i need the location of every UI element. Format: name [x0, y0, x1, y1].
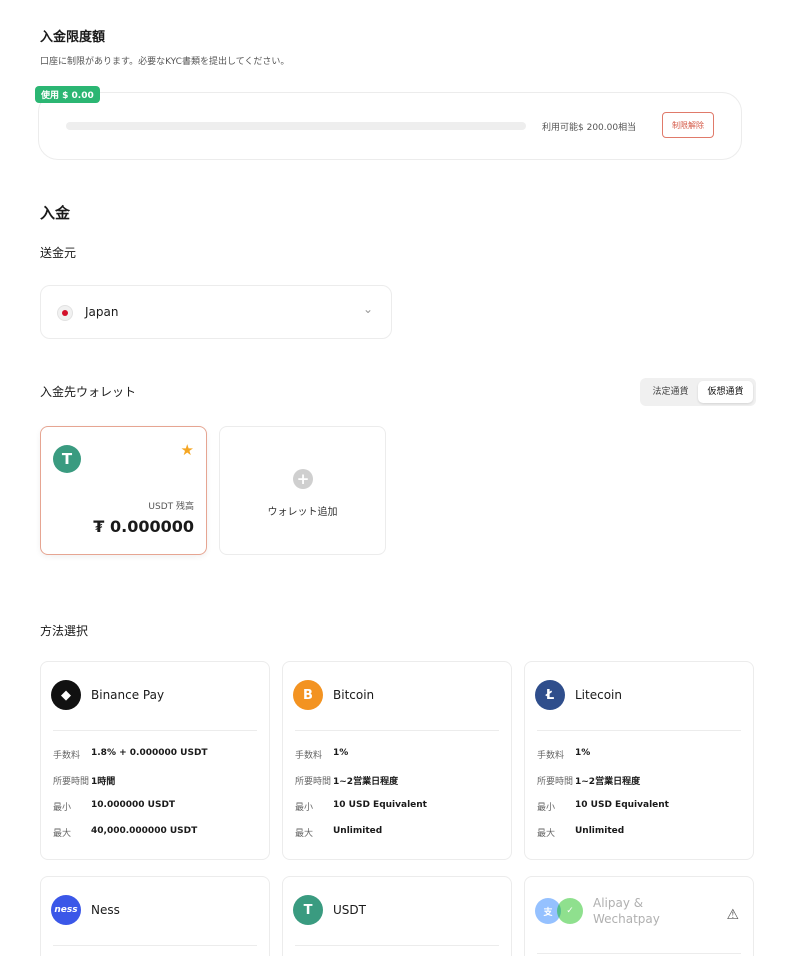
- divider: [295, 945, 499, 946]
- currency-toggle[interactable]: 法定通貨 仮想通貨: [640, 378, 756, 406]
- divider: [53, 945, 257, 946]
- bitcoin-logo-icon: B: [293, 680, 323, 710]
- limit-available-text: 利用可能$ 200.00相当: [542, 123, 637, 133]
- time-label: 所要時間: [53, 777, 90, 787]
- method-name: Binance Pay: [91, 688, 165, 702]
- source-label: 送金元: [40, 246, 77, 260]
- min-label: 最小: [537, 803, 556, 813]
- limit-title: 入金限度額: [40, 30, 106, 45]
- divider: [53, 730, 257, 731]
- balance-label: USDT 残高: [148, 502, 194, 512]
- method-card-binance-pay[interactable]: ◆ Binance Pay 手数料 1.8% + 0.000000 USDT 所要…: [40, 661, 270, 860]
- max-value: Unlimited: [333, 826, 383, 836]
- method-card-ness[interactable]: ness Ness: [40, 876, 270, 956]
- plus-icon: +: [293, 469, 313, 489]
- fee-label: 手数料: [53, 751, 81, 761]
- balance-value: ₮ 0.000000: [93, 517, 194, 536]
- ness-logo-icon: ness: [51, 895, 81, 925]
- fee-value: 1.8% + 0.000000 USDT: [91, 748, 208, 758]
- method-name-line2: Wechatpay: [593, 912, 660, 926]
- fee-label: 手数料: [537, 751, 565, 761]
- max-label: 最大: [537, 829, 556, 839]
- method-name-line1: Alipay &: [593, 896, 644, 910]
- binance-logo-icon: ◆: [51, 680, 81, 710]
- time-label: 所要時間: [537, 777, 574, 787]
- usdt-logo-icon: T: [293, 895, 323, 925]
- fee-label: 手数料: [295, 751, 323, 761]
- used-badge: 使用 $ 0.00: [35, 86, 100, 103]
- limit-description: 口座に制限があります。必要なKYC書類を提出してください。: [40, 57, 290, 67]
- lift-limit-button[interactable]: 制限解除: [662, 112, 714, 138]
- divider: [537, 730, 741, 731]
- min-value: 10.000000 USDT: [91, 800, 176, 810]
- min-value: 10 USD Equivalent: [333, 800, 427, 810]
- add-wallet-card[interactable]: + ウォレット追加: [219, 426, 386, 555]
- japan-flag-icon: [57, 305, 73, 321]
- max-value: Unlimited: [575, 826, 625, 836]
- country-select[interactable]: Japan ⌄: [40, 285, 392, 339]
- wallet-label: 入金先ウォレット: [40, 385, 137, 399]
- method-card-litecoin[interactable]: Ł Litecoin 手数料 1% 所要時間 1~2営業日程度 最小 10 USD E…: [524, 661, 754, 860]
- usdt-wallet-card[interactable]: T ★ USDT 残高 ₮ 0.000000: [40, 426, 207, 555]
- chevron-down-icon: ⌄: [362, 302, 373, 316]
- method-name: Ness: [91, 903, 120, 917]
- wechatpay-logo-icon: ✓: [557, 898, 583, 924]
- max-value: 40,000.000000 USDT: [91, 826, 198, 836]
- fee-value: 1%: [575, 748, 591, 758]
- country-name: Japan: [85, 305, 119, 319]
- star-icon[interactable]: ★: [181, 441, 194, 459]
- time-value: 1時間: [91, 777, 116, 787]
- method-name: Bitcoin: [333, 688, 375, 702]
- method-card-bitcoin[interactable]: B Bitcoin 手数料 1% 所要時間 1~2営業日程度 最小 10 USD Eq…: [282, 661, 512, 860]
- warning-icon[interactable]: ⚠: [726, 907, 739, 923]
- usdt-logo-icon: T: [53, 445, 81, 473]
- time-value: 1~2営業日程度: [333, 777, 399, 787]
- toggle-fiat[interactable]: 法定通貨: [643, 381, 698, 403]
- toggle-crypto[interactable]: 仮想通貨: [698, 381, 753, 403]
- method-name: Litecoin: [575, 688, 622, 702]
- divider: [295, 730, 499, 731]
- method-card-usdt[interactable]: T USDT: [282, 876, 512, 956]
- litecoin-logo-icon: Ł: [535, 680, 565, 710]
- min-value: 10 USD Equivalent: [575, 800, 669, 810]
- method-name: Alipay & Wechatpay: [593, 895, 660, 927]
- min-label: 最小: [295, 803, 314, 813]
- method-title: 方法選択: [40, 624, 89, 638]
- time-label: 所要時間: [295, 777, 332, 787]
- max-label: 最大: [295, 829, 314, 839]
- method-card-alipay-wechatpay[interactable]: 支 ✓ Alipay & Wechatpay ⚠: [524, 876, 754, 956]
- method-name: USDT: [333, 903, 366, 917]
- add-wallet-label: ウォレット追加: [267, 507, 338, 518]
- min-label: 最小: [53, 803, 72, 813]
- time-value: 1~2営業日程度: [575, 777, 641, 787]
- divider: [537, 953, 741, 954]
- fee-value: 1%: [333, 748, 349, 758]
- limit-progress-bar: [66, 122, 526, 130]
- max-label: 最大: [53, 829, 72, 839]
- deposit-title: 入金: [40, 204, 71, 222]
